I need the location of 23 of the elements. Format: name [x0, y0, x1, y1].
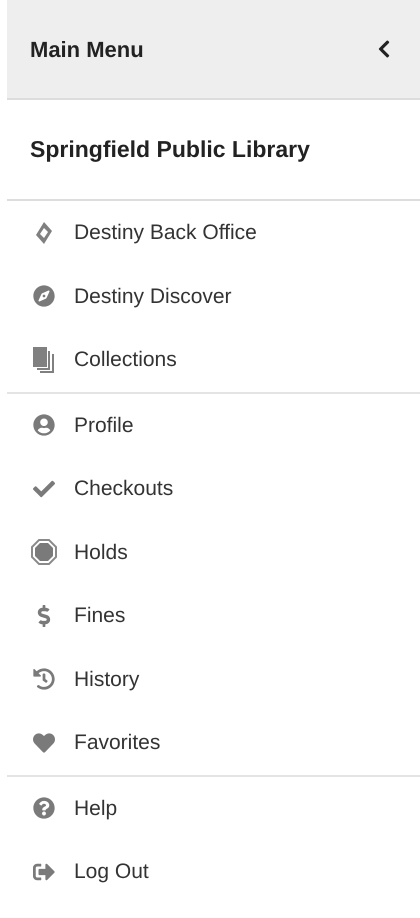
- menu-item[interactable]: Profile: [7, 394, 420, 457]
- menu-item[interactable]: Holds: [7, 520, 420, 584]
- stack-icon: [33, 346, 55, 373]
- history-icon: [33, 668, 55, 690]
- back-icon: [376, 39, 392, 59]
- menu-item[interactable]: Help: [7, 776, 420, 840]
- menu-item[interactable]: Checkouts: [7, 457, 420, 520]
- menu-item[interactable]: Favorites: [7, 711, 420, 774]
- menu-item[interactable]: Log Out: [7, 840, 420, 904]
- diamond-icon: [34, 220, 54, 245]
- menu-item[interactable]: Collections: [7, 328, 420, 392]
- user-icon: [33, 414, 55, 436]
- help-icon: [33, 797, 55, 820]
- menu-title: Main Menu: [30, 36, 144, 64]
- octagon-icon: [31, 539, 57, 566]
- library-name: Springfield Public Library: [30, 135, 310, 164]
- back-button[interactable]: [376, 39, 392, 59]
- menu-item[interactable]: Destiny Back Office: [7, 201, 420, 264]
- menu-item[interactable]: Destiny Discover: [7, 264, 420, 328]
- heart-icon: [33, 732, 55, 754]
- menu-item[interactable]: Fines: [7, 584, 420, 648]
- menu-item[interactable]: History: [7, 648, 420, 711]
- compass-icon: [33, 285, 55, 308]
